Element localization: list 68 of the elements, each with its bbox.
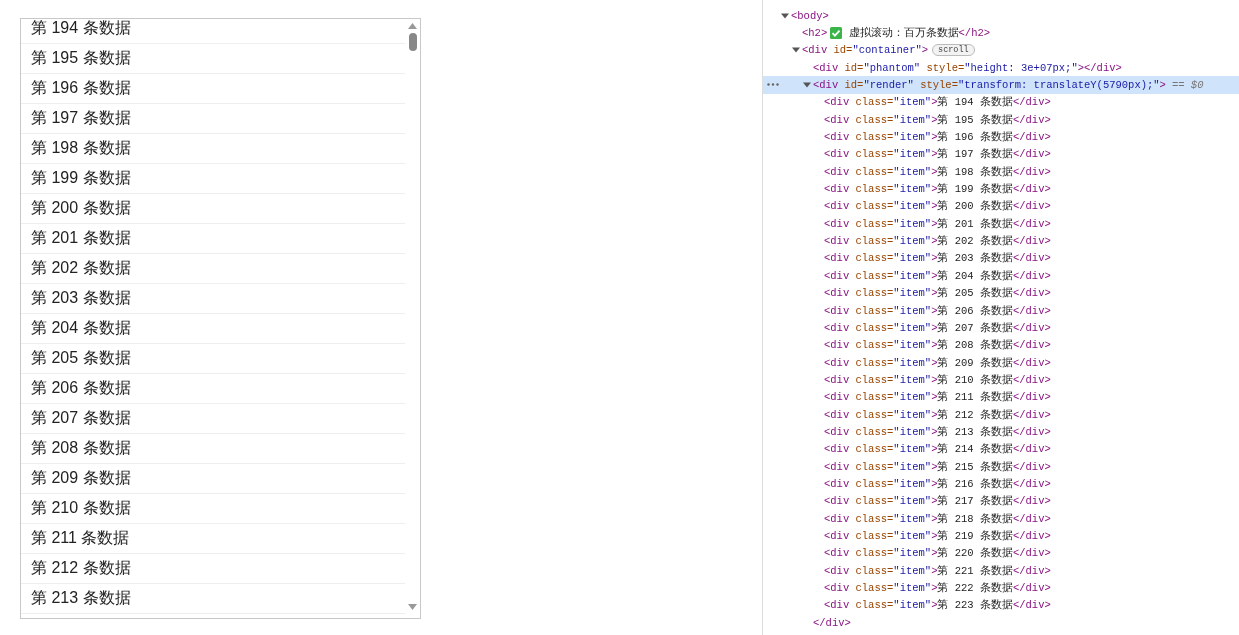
- row-text: 第 200 条数据: [31, 198, 131, 218]
- code-text: <div class="item">第 223 条数据</div>: [824, 598, 1051, 613]
- row-text: 第 212 条数据: [31, 558, 131, 578]
- code-text: <div class="item">第 203 条数据</div>: [824, 251, 1051, 266]
- code-text: <div class="item">第 198 条数据</div>: [824, 164, 1051, 179]
- row-text: 第 209 条数据: [31, 468, 131, 488]
- code-text: <div class="item">第 222 条数据</div>: [824, 581, 1051, 595]
- code-text: <div class="item">第 214 条数据</div>: [824, 442, 1051, 457]
- code-text: <div class="item">第 197 条数据</div>: [824, 147, 1051, 162]
- selected-row[interactable]: <div id="render" style="transform: translateY(5790px);"> == $0: [763, 76, 1239, 94]
- code-text: <div class="item">第 199 条数据</div>: [824, 182, 1051, 197]
- code-text: 虚拟滚动：百万条数据</h2>: [847, 26, 991, 40]
- code-text: <body>: [791, 9, 829, 22]
- row-text: 第 213 条数据: [31, 588, 131, 608]
- scroll-down-icon[interactable]: [408, 604, 417, 610]
- code-text: <div class="item">第 212 条数据</div>: [824, 407, 1051, 422]
- code-text: <div class="item">第 207 条数据</div>: [824, 320, 1051, 335]
- check-mark-icon: [830, 27, 843, 39]
- scrollbar-thumb[interactable]: [408, 33, 417, 51]
- code-text: <div class="item">第 221 条数据</div>: [824, 563, 1051, 578]
- code-text: <div class="item">第 219 条数据</div>: [824, 529, 1051, 543]
- code-text: </div>: [813, 616, 851, 629]
- code-text: <div class="item">第 220 条数据</div>: [824, 546, 1051, 561]
- more-icon[interactable]: [767, 83, 779, 87]
- row-text: 第 205 条数据: [31, 348, 131, 368]
- code-text: <div id="container">: [802, 44, 929, 57]
- code-text: <div class="item">第 195 条数据</div>: [824, 112, 1051, 127]
- row-text: 第 211 条数据: [31, 528, 130, 548]
- code-text: <div class="item">第 209 条数据</div>: [824, 355, 1051, 370]
- row-text: 第 208 条数据: [31, 438, 131, 458]
- expanded-arrow-icon[interactable]: [803, 81, 811, 90]
- expanded-arrow-icon[interactable]: [781, 11, 789, 20]
- code-text: <div class="item">第 205 条数据</div>: [824, 286, 1051, 301]
- row-text: 第 194 条数据: [31, 19, 131, 38]
- row-text: 第 210 条数据: [31, 498, 131, 518]
- row-text: 第 207 条数据: [31, 408, 131, 428]
- row-text: 第 204 条数据: [31, 318, 131, 338]
- code-text: <div class="item">第 206 条数据</div>: [824, 303, 1051, 318]
- code-text: <div class="item">第 216 条数据</div>: [824, 476, 1051, 491]
- row-text: 第 198 条数据: [31, 138, 131, 158]
- scroll-badge[interactable]: scroll: [932, 44, 975, 57]
- code-text: <div id="render" style="transform: translateY(5790px);">: [813, 79, 1166, 92]
- code-text: <div class="item">第 196 条数据</div>: [824, 130, 1051, 145]
- row-text: 第 197 条数据: [31, 108, 131, 128]
- code-text: <div class="item">第 210 条数据</div>: [824, 372, 1051, 387]
- row-text: 第 201 条数据: [31, 228, 131, 248]
- row-text: 第 202 条数据: [31, 258, 131, 278]
- code-text: <div class="item">第 211 条数据</div>: [824, 390, 1051, 405]
- code-text: <div class="item">第 204 条数据</div>: [824, 268, 1051, 283]
- console-ref: == $0: [1171, 79, 1204, 92]
- code-text: <h2>: [802, 27, 828, 39]
- code-text: <div class="item">第 217 条数据</div>: [824, 494, 1051, 509]
- expanded-arrow-icon[interactable]: [792, 46, 800, 55]
- code-text: <div class="item">第 218 条数据</div>: [824, 511, 1051, 526]
- code-text: <div class="item">第 215 条数据</div>: [824, 459, 1051, 474]
- code-text: <div class="item">第 202 条数据</div>: [824, 234, 1051, 249]
- code-text: <div class="item">第 208 条数据</div>: [824, 338, 1051, 353]
- code-text: <div class="item">第 213 条数据</div>: [824, 424, 1051, 439]
- row-text: 第 199 条数据: [31, 168, 131, 188]
- code-text: <div id="phantom" style="height: 3e+07px;"></div>: [813, 61, 1122, 74]
- code-text: <div class="item">第 201 条数据</div>: [824, 216, 1051, 231]
- row-text: 第 195 条数据: [31, 48, 131, 68]
- scroll-up-icon[interactable]: [408, 23, 417, 29]
- row-text: 第 196 条数据: [31, 78, 131, 98]
- code-text: <div class="item">第 194 条数据</div>: [824, 95, 1051, 110]
- row-text: 第 206 条数据: [31, 378, 131, 398]
- row-text: 第 203 条数据: [31, 288, 131, 308]
- code-text: <div class="item">第 200 条数据</div>: [824, 199, 1051, 214]
